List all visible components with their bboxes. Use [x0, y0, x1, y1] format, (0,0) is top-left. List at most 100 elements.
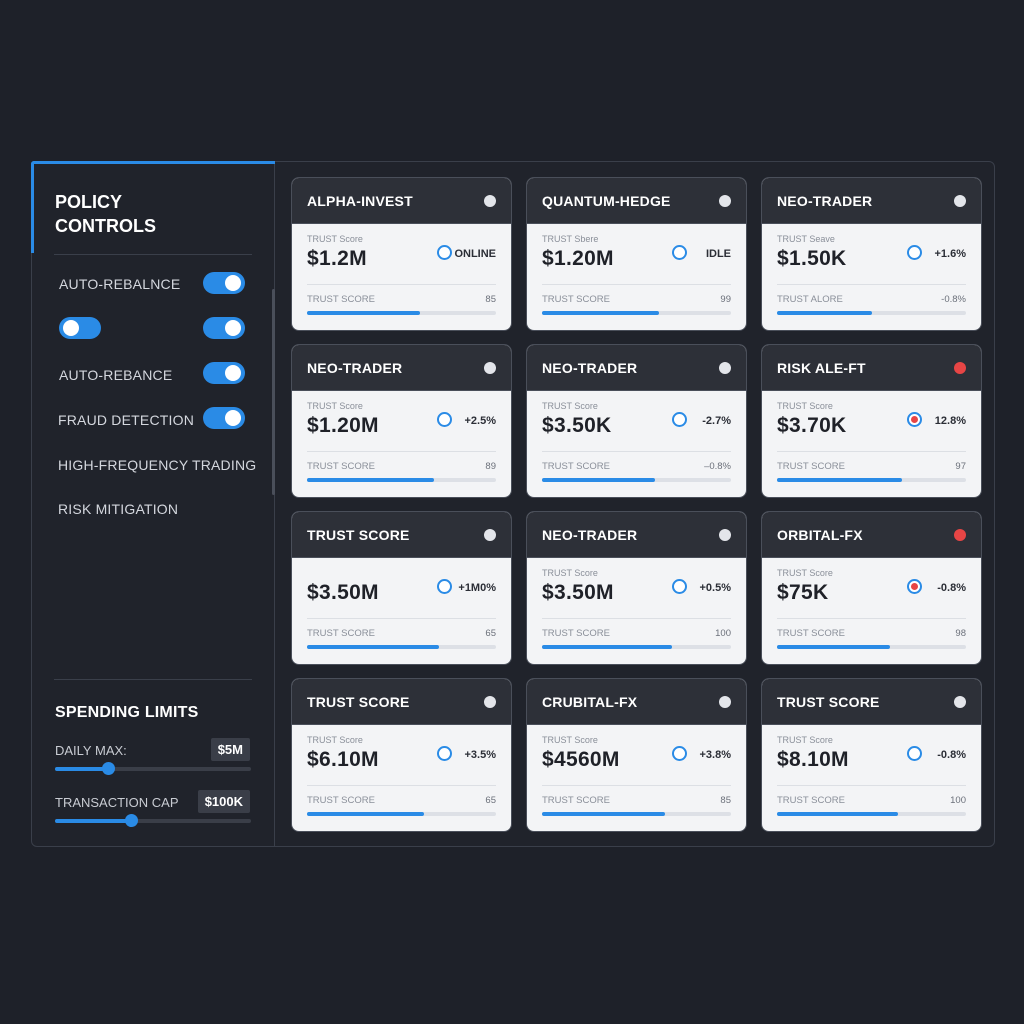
score-progress-bar [542, 645, 731, 649]
score-progress-fill [777, 812, 898, 816]
score-progress-bar [307, 311, 496, 315]
metric-value: $1.20M [307, 414, 379, 437]
sidebar-item-risk-mitigation[interactable]: RISK MITIGATION [58, 501, 178, 517]
agent-card[interactable]: QUANTUM-HEDGE TRUST Sbere $1.20M IDLE TR… [527, 178, 746, 330]
card-title: TRUST SCORE [777, 694, 880, 710]
score-progress-bar [777, 311, 966, 315]
sidebar-item-high-frequency-trading[interactable]: HIGH-FREQUENCY TRADING [58, 457, 256, 473]
metric-value: $3.50M [542, 581, 614, 604]
daily-max-label: DAILY MAX: [55, 743, 127, 758]
status-dot-icon [484, 362, 496, 374]
agent-card[interactable]: NEO-TRADER TRUST Score $3.50M +0.5% TRUS… [527, 512, 746, 664]
card-divider [777, 284, 966, 285]
unlabeled-toggle-right[interactable] [203, 317, 245, 339]
card-divider [542, 785, 731, 786]
transaction-cap-label: TRANSACTION CAP [55, 795, 179, 810]
status-text: +1M0% [458, 582, 496, 594]
score-progress-fill [542, 311, 660, 315]
score-progress-fill [542, 478, 656, 482]
agent-card[interactable]: ORBITAL-FX TRUST Score $75K -0.8% TRUST … [762, 512, 981, 664]
score-value: 65 [485, 795, 496, 806]
card-title: RISK ALE-FT [777, 360, 866, 376]
card-title: ORBITAL-FX [777, 527, 863, 543]
metric-label: TRUST Score [777, 568, 833, 578]
score-progress-bar [777, 645, 966, 649]
transaction-cap-slider-thumb[interactable] [125, 814, 139, 827]
card-divider [777, 785, 966, 786]
metric-value: $3.70K [777, 414, 847, 437]
metric-value: $6.10M [307, 748, 379, 771]
score-progress-fill [542, 645, 673, 649]
metric-label: TRUST Sbere [542, 234, 599, 244]
score-value: 97 [955, 461, 966, 472]
score-value: 85 [720, 795, 731, 806]
metric-value: $3.50K [542, 414, 612, 437]
daily-max-slider-fill [55, 767, 108, 771]
daily-max-value: $5M [210, 738, 250, 761]
card-divider [777, 451, 966, 452]
sidebar-accent-edge [31, 161, 34, 253]
spending-divider [54, 679, 252, 680]
agent-card[interactable]: NEO-TRADER TRUST Score $1.20M +2.5% TRUS… [292, 345, 511, 497]
toggle-label-auto-rebance: AUTO-REBANCE [59, 367, 173, 383]
daily-max-slider-thumb[interactable] [101, 762, 115, 775]
sidebar-divider [54, 254, 252, 255]
card-divider [542, 284, 731, 285]
status-text: +1.6% [934, 248, 967, 260]
metric-value: $1.50K [777, 247, 847, 270]
agent-card[interactable]: NEO-TRADER TRUST Seave $1.50K +1.6% TRUS… [762, 178, 981, 330]
toggle-label-auto-rebalance: AUTO-REBALNCE [59, 276, 181, 292]
card-divider [777, 618, 966, 619]
status-dot-icon [719, 529, 731, 541]
score-label: TRUST SCORE [307, 294, 375, 305]
score-label: TRUST SCORE [307, 461, 375, 472]
status-text: +3.5% [464, 749, 497, 761]
toggle-knob [225, 320, 241, 336]
agent-card-grid: ALPHA-INVEST TRUST Score $1.2M ONLINE TR… [292, 178, 982, 834]
agent-card[interactable]: TRUST SCORE TRUST Score $8.10M -0.8% TRU… [762, 679, 981, 831]
toggle-label-fraud-detection: FRAUD DETECTION [58, 412, 194, 428]
score-progress-bar [777, 478, 966, 482]
status-dot-icon [954, 696, 966, 708]
status-ring-icon [437, 245, 452, 260]
unlabeled-toggle-left[interactable] [59, 317, 101, 339]
score-value: 85 [485, 294, 496, 305]
status-ring-icon [672, 579, 687, 594]
card-header: ALPHA-INVEST [292, 178, 511, 224]
metric-value: $1.20M [542, 247, 614, 270]
status-ring-icon [672, 245, 687, 260]
daily-max-slider[interactable] [55, 762, 251, 775]
score-progress-bar [542, 812, 731, 816]
metric-label: TRUST Score [307, 735, 363, 745]
status-ring-icon [907, 746, 922, 761]
agent-card[interactable]: TRUST SCORE TRUST Score $6.10M +3.5% TRU… [292, 679, 511, 831]
auto-rebance-toggle[interactable] [203, 362, 245, 384]
status-ring-icon [907, 412, 922, 427]
metric-label: TRUST Score [542, 401, 598, 411]
policy-sidebar: POLICY CONTROLS AUTO-REBALNCE AUTO-REBAN… [31, 161, 275, 846]
score-progress-bar [777, 812, 966, 816]
card-title: TRUST SCORE [307, 694, 410, 710]
fraud-detection-toggle[interactable] [203, 407, 245, 429]
agent-card[interactable]: RISK ALE-FT TRUST Score $3.70K 12.8% TRU… [762, 345, 981, 497]
status-ring-icon [907, 245, 922, 260]
toggle-knob [225, 410, 241, 426]
score-value: 100 [950, 795, 966, 806]
card-header: NEO-TRADER [292, 345, 511, 391]
agent-card[interactable]: TRUST SCORE $3.50M +1M0% TRUST SCORE 65 [292, 512, 511, 664]
agent-card[interactable]: NEO-TRADER TRUST Score $3.50K -2.7% TRUS… [527, 345, 746, 497]
metric-value: $75K [777, 581, 829, 604]
agent-card[interactable]: ALPHA-INVEST TRUST Score $1.2M ONLINE TR… [292, 178, 511, 330]
status-dot-icon [954, 362, 966, 374]
app-frame: POLICY CONTROLS AUTO-REBALNCE AUTO-REBAN… [31, 161, 995, 847]
score-value: –0.8% [704, 461, 731, 472]
auto-rebalance-toggle[interactable] [203, 272, 245, 294]
transaction-cap-slider-fill [55, 819, 132, 823]
score-progress-fill [307, 645, 440, 649]
transaction-cap-slider[interactable] [55, 814, 251, 827]
agent-card[interactable]: CRUBITAL-FX TRUST Score $4560M +3.8% TRU… [527, 679, 746, 831]
card-divider [542, 618, 731, 619]
toggle-knob [63, 320, 79, 336]
score-progress-bar [307, 812, 496, 816]
sidebar-scrollbar[interactable] [272, 289, 275, 495]
